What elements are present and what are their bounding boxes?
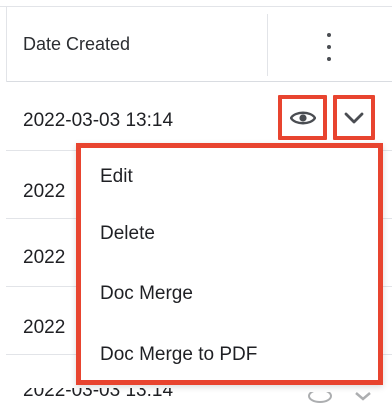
row-actions-ghost (308, 392, 371, 403)
menu-item-edit[interactable]: Edit (100, 166, 133, 188)
row-date: 2022 (23, 247, 66, 268)
chevron-down-icon (344, 112, 364, 123)
row-date: 2022 (23, 317, 66, 338)
header-left-border (6, 7, 7, 82)
menu-item-doc-merge-pdf[interactable]: Doc Merge to PDF (100, 344, 257, 366)
menu-item-doc-merge[interactable]: Doc Merge (100, 283, 193, 305)
actions-dropdown-button[interactable] (333, 95, 375, 140)
row-date: 2022-03-03 13:14 (23, 110, 174, 131)
column-header-date-created[interactable]: Date Created (23, 34, 130, 55)
eye-icon (289, 111, 316, 124)
row-date: 2022 (23, 181, 66, 202)
preview-button[interactable] (278, 95, 327, 140)
column-options-icon[interactable] (322, 33, 336, 61)
row-date: 2022-03-03 13:14 (23, 388, 174, 401)
header-divider (267, 14, 268, 76)
menu-item-delete[interactable]: Delete (100, 223, 155, 245)
list-view: Date Created 2022-03-03 13:14 2022 2022 … (0, 0, 392, 409)
actions-menu: Edit Delete Doc Merge Doc Merge to PDF (76, 143, 383, 385)
